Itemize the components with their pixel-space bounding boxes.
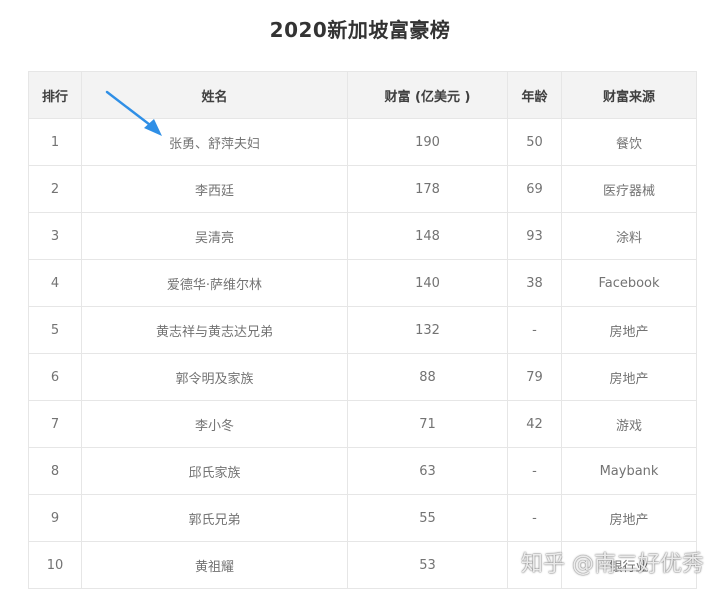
cell-age: -	[507, 306, 562, 354]
cell-source: 房地产	[561, 353, 697, 401]
cell-source: Maybank	[561, 447, 697, 495]
cell-source: 房地产	[561, 306, 697, 354]
cell-wealth: 132	[347, 306, 508, 354]
cell-wealth: 178	[347, 165, 508, 213]
cell-age: 69	[507, 165, 562, 213]
header-wealth: 财富 (亿美元 )	[347, 71, 508, 119]
header-name: 姓名	[81, 71, 348, 119]
header-source: 财富来源	[561, 71, 697, 119]
cell-age: -	[507, 494, 562, 542]
cell-age: 50	[507, 118, 562, 166]
cell-wealth: 53	[347, 541, 508, 589]
watermark: 知乎 @南二好优秀	[521, 552, 704, 577]
table-row: 4 爱德华·萨维尔林 140 38 Facebook	[28, 259, 697, 307]
cell-age: 79	[507, 353, 562, 401]
cell-rank: 8	[28, 447, 82, 495]
cell-rank: 6	[28, 353, 82, 401]
cell-wealth: 88	[347, 353, 508, 401]
cell-wealth: 71	[347, 400, 508, 448]
cell-wealth: 190	[347, 118, 508, 166]
header-age: 年龄	[507, 71, 562, 119]
cell-age: 38	[507, 259, 562, 307]
cell-source: 房地产	[561, 494, 697, 542]
table-row: 9 郭氏兄弟 55 - 房地产	[28, 494, 697, 542]
page-title: 2020新加坡富豪榜	[269, 18, 451, 42]
cell-rank: 10	[28, 541, 82, 589]
cell-source: 游戏	[561, 400, 697, 448]
cell-wealth: 63	[347, 447, 508, 495]
table-row: 5 黄志祥与黄志达兄弟 132 - 房地产	[28, 306, 697, 354]
cell-name: 李小冬	[81, 400, 348, 448]
table-row: 3 吴清亮 148 93 涂料	[28, 212, 697, 260]
cell-rank: 3	[28, 212, 82, 260]
table-row: 8 邱氏家族 63 - Maybank	[28, 447, 697, 495]
cell-name: 黄祖耀	[81, 541, 348, 589]
cell-source: Facebook	[561, 259, 697, 307]
cell-rank: 1	[28, 118, 82, 166]
cell-rank: 2	[28, 165, 82, 213]
cell-wealth: 55	[347, 494, 508, 542]
table-header-row: 排行 姓名 财富 (亿美元 ) 年龄 财富来源	[28, 71, 697, 119]
cell-source: 医疗器械	[561, 165, 697, 213]
cell-name: 郭令明及家族	[81, 353, 348, 401]
header-rank: 排行	[28, 71, 82, 119]
rich-list-table: 排行 姓名 财富 (亿美元 ) 年龄 财富来源 1 张勇、舒萍夫妇 190 50…	[28, 71, 697, 589]
table-row: 7 李小冬 71 42 游戏	[28, 400, 697, 448]
cell-rank: 4	[28, 259, 82, 307]
table-row: 6 郭令明及家族 88 79 房地产	[28, 353, 697, 401]
cell-age: 93	[507, 212, 562, 260]
cell-name: 张勇、舒萍夫妇	[81, 118, 348, 166]
cell-name: 郭氏兄弟	[81, 494, 348, 542]
cell-wealth: 140	[347, 259, 508, 307]
table-row: 2 李西廷 178 69 医疗器械	[28, 165, 697, 213]
table-row: 1 张勇、舒萍夫妇 190 50 餐饮	[28, 118, 697, 166]
cell-rank: 5	[28, 306, 82, 354]
cell-rank: 9	[28, 494, 82, 542]
cell-rank: 7	[28, 400, 82, 448]
cell-name: 邱氏家族	[81, 447, 348, 495]
cell-source: 涂料	[561, 212, 697, 260]
cell-name: 吴清亮	[81, 212, 348, 260]
cell-name: 李西廷	[81, 165, 348, 213]
cell-source: 餐饮	[561, 118, 697, 166]
cell-wealth: 148	[347, 212, 508, 260]
cell-name: 爱德华·萨维尔林	[81, 259, 348, 307]
cell-name: 黄志祥与黄志达兄弟	[81, 306, 348, 354]
cell-age: 42	[507, 400, 562, 448]
cell-age: -	[507, 447, 562, 495]
